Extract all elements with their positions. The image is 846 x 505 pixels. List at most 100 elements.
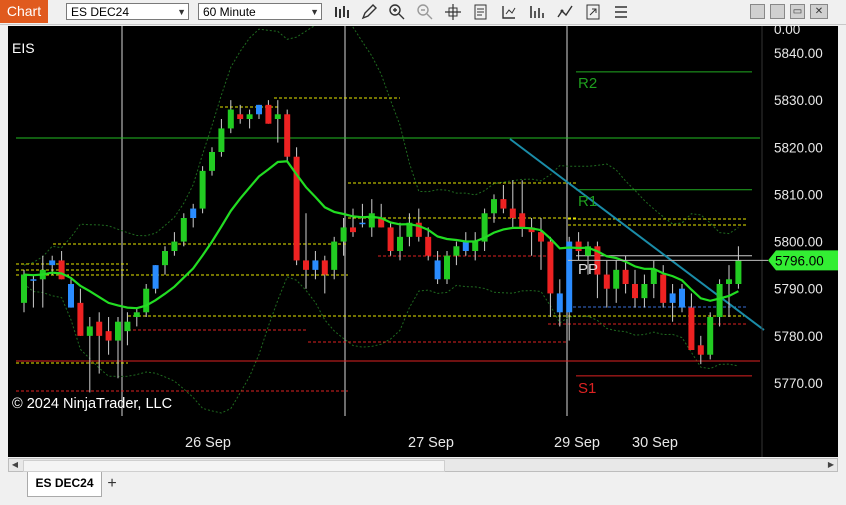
candle-body: [453, 246, 460, 256]
y-tick-label: 5810.00: [774, 187, 823, 202]
candle-body: [218, 128, 225, 152]
candle-body: [434, 260, 441, 280]
candle-body: [688, 307, 695, 350]
candle-body: [538, 232, 544, 242]
chart-toolbar: Chart ES DEC24 ▼ 60 Minute ▼ ▭ ✕: [0, 0, 846, 25]
candle-body: [180, 218, 187, 242]
candle-body: [660, 274, 667, 303]
candle-body: [190, 208, 197, 218]
candle-body: [58, 260, 65, 280]
candle-body: [312, 260, 319, 270]
y-tick-label: 5770.00: [774, 376, 823, 391]
candle-body: [143, 288, 150, 313]
x-tick-label: 29 Sep: [554, 435, 600, 451]
instrument-selector-value: ES DEC24: [71, 5, 130, 19]
candle-body: [209, 152, 215, 171]
restore-button[interactable]: [770, 4, 785, 19]
zoom-out-icon[interactable]: [416, 3, 434, 21]
s1-label: S1: [578, 380, 596, 397]
candle-body: [246, 114, 253, 119]
candle-body: [613, 269, 620, 289]
y-tick-label: 5840.00: [774, 46, 823, 61]
y-tick-label-partial: 0.00: [774, 26, 800, 37]
candle-body: [425, 236, 432, 256]
zoom-in-icon[interactable]: [388, 3, 406, 21]
instrument-selector[interactable]: ES DEC24 ▼: [66, 3, 189, 20]
candle-body: [716, 284, 723, 317]
maximize-button[interactable]: ▭: [790, 4, 805, 19]
candle-body: [340, 227, 347, 242]
candle-body: [96, 321, 103, 336]
indicators-icon[interactable]: [528, 3, 546, 21]
properties-icon[interactable]: [472, 3, 490, 21]
y-tick-label: 5820.00: [774, 140, 823, 155]
y-tick-label: 5780.00: [774, 329, 823, 344]
minimize-button[interactable]: [750, 4, 765, 19]
candle-body: [444, 255, 450, 280]
candle-body: [397, 236, 403, 251]
candle-body: [603, 274, 610, 289]
candle-body: [237, 114, 244, 119]
candle-body: [472, 241, 479, 251]
strategies-icon[interactable]: [500, 3, 518, 21]
chart-tabs: ES DEC24 +: [0, 472, 846, 505]
candle-body: [575, 241, 582, 251]
tab-es-dec24[interactable]: ES DEC24: [27, 472, 102, 497]
candle-body: [509, 208, 516, 218]
candle-body: [735, 260, 742, 284]
scroll-right-icon[interactable]: ▶: [825, 459, 837, 471]
candle-body: [21, 274, 27, 303]
candle-body: [265, 104, 272, 124]
candle-body: [669, 293, 676, 303]
candle-body: [152, 265, 159, 289]
chevron-down-icon: ▼: [310, 7, 319, 17]
close-button[interactable]: ✕: [810, 4, 828, 19]
candle-body: [86, 326, 93, 336]
candle-body: [650, 269, 657, 284]
add-tab-icon[interactable]: +: [102, 474, 122, 494]
r2-label: R2: [578, 75, 597, 92]
y-tick-label: 5800.00: [774, 235, 823, 250]
draw-pencil-icon[interactable]: [360, 3, 378, 21]
lower-band: [23, 276, 739, 414]
candle-body: [321, 260, 328, 275]
price-chart[interactable]: 5840.00 5830.00 5820.00 5810.00 5800.00 5790.…: [8, 26, 838, 457]
horizontal-scrollbar[interactable]: ◀ ▶: [8, 458, 838, 472]
interval-selector[interactable]: 60 Minute ▼: [198, 3, 322, 20]
candle-body: [256, 104, 262, 115]
candle-body: [274, 114, 281, 119]
candle-body: [77, 302, 84, 336]
candle-body: [30, 279, 37, 281]
symbol-label: EIS: [12, 40, 35, 56]
crosshair-icon[interactable]: [444, 3, 462, 21]
x-tick-label: 27 Sep: [408, 435, 454, 451]
interval-selector-value: 60 Minute: [203, 5, 256, 19]
candle-body: [641, 284, 648, 299]
candle-body: [566, 241, 573, 313]
chart-grid: [121, 26, 568, 416]
chart-window-title[interactable]: Chart: [0, 0, 48, 23]
share-icon[interactable]: [584, 3, 602, 21]
scrollbar-thumb[interactable]: [23, 460, 445, 472]
bars-type-icon[interactable]: [333, 3, 351, 21]
candle-body: [491, 199, 497, 214]
candles: [21, 100, 742, 393]
ema-path: [23, 160, 739, 310]
candle-body: [547, 241, 554, 294]
more-icon[interactable]: [612, 3, 630, 21]
x-tick-label: 30 Sep: [632, 435, 678, 451]
candle-body: [697, 345, 704, 355]
trendline: [509, 138, 765, 331]
candle-body: [331, 241, 338, 270]
pp-label: PP: [578, 261, 598, 278]
candle-body: [124, 321, 131, 332]
templates-icon[interactable]: [556, 3, 574, 21]
price-chart-panel[interactable]: 5840.00 5830.00 5820.00 5810.00 5800.00 5790.…: [8, 26, 838, 457]
copyright-label: © 2024 NinjaTrader, LLC: [12, 396, 172, 412]
r1-label: R1: [578, 193, 597, 210]
candle-body: [622, 269, 629, 284]
ema-line: [23, 160, 739, 310]
candle-body: [68, 284, 74, 308]
scroll-left-icon[interactable]: ◀: [9, 459, 21, 471]
current-price-label: 5796.00: [775, 253, 824, 268]
